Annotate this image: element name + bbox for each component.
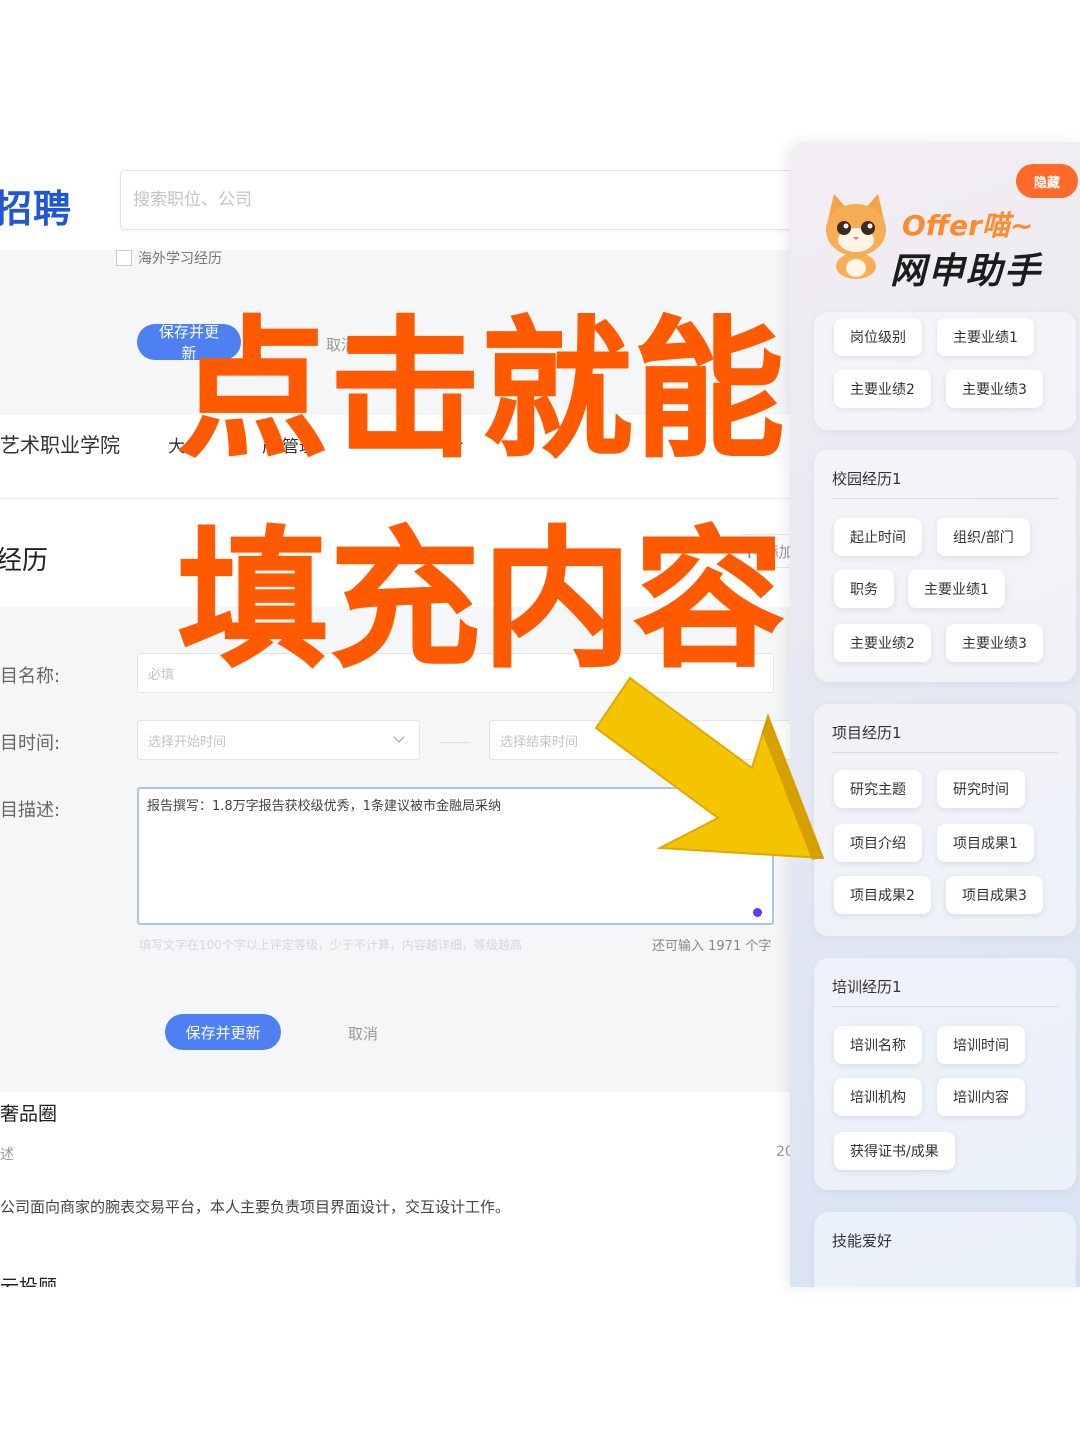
divider	[832, 752, 1058, 753]
card-title: 项目经历1	[832, 724, 902, 742]
education-school: 艺术职业学院	[0, 433, 120, 457]
search-box[interactable]	[120, 170, 792, 230]
fill-chip[interactable]: 主要业绩1	[908, 570, 1005, 608]
yellow-arrow-icon	[594, 676, 825, 860]
divider	[0, 498, 792, 499]
project-time-label: 目时间:	[0, 733, 61, 754]
project-name-placeholder: 必填	[148, 667, 175, 683]
project-name-label: 目名称:	[0, 666, 61, 687]
fill-chip[interactable]: 研究主题	[834, 770, 922, 808]
cut-project-title: 云投顾	[0, 1276, 58, 1287]
start-time-select[interactable]: 选择开始时间	[137, 720, 420, 760]
fill-chip[interactable]: 起止时间	[834, 518, 922, 556]
end-time-placeholder: 选择结束时间	[500, 734, 579, 750]
fill-chip[interactable]: 主要业绩1	[937, 318, 1034, 356]
checkbox-label: 海外学习经历	[138, 251, 222, 267]
next-desc-label: 述	[0, 1147, 14, 1163]
fill-chip[interactable]: 岗位级别	[834, 318, 922, 356]
logo-chinese: 网申助手	[890, 251, 1043, 292]
fill-chip[interactable]: 培训时间	[937, 1026, 1025, 1064]
card-campus-experience: 校园经历1 起止时间 组织/部门 职务 主要业绩1 主要业绩2 主要业绩3	[814, 450, 1076, 682]
overseas-checkbox[interactable]: 海外学习经历	[116, 248, 222, 268]
fill-chip[interactable]: 主要业绩2	[834, 624, 931, 662]
desc-hint: 填写文字在100个字以上评定等级，少于不计算，内容越详细，等级越高	[139, 938, 522, 952]
card-training-experience: 培训经历1 培训名称 培训时间 培训机构 培训内容 获得证书/成果	[814, 958, 1076, 1190]
fill-chip[interactable]: 获得证书/成果	[834, 1132, 955, 1170]
project-desc-label: 目描述:	[0, 800, 61, 821]
card-title: 校园经历1	[832, 470, 902, 488]
cancel-button-2[interactable]: 取消	[348, 1023, 378, 1044]
fill-chip[interactable]: 组织/部门	[937, 518, 1030, 556]
range-separator	[440, 742, 470, 743]
project-desc-value: 报告撰写：1.8万字报告获校级优秀，1条建议被市金融局采纳	[147, 799, 501, 814]
caption-line-1: 点击就能	[177, 304, 787, 478]
fill-chip[interactable]: 主要业绩2	[834, 370, 931, 408]
divider	[832, 498, 1058, 499]
fill-chip[interactable]: 培训名称	[834, 1026, 922, 1064]
fill-chip[interactable]: 主要业绩3	[946, 370, 1043, 408]
card-skills-hobbies: 技能爱好	[814, 1212, 1076, 1287]
cat-mascot-icon	[826, 194, 886, 279]
save-update-button-2[interactable]: 保存并更新	[165, 1014, 281, 1050]
remaining-counter: 还可输入 1971 个字	[652, 939, 772, 954]
fill-chip[interactable]: 培训机构	[834, 1078, 922, 1116]
caption-line-2: 填充内容	[177, 514, 787, 688]
checkbox-box[interactable]	[116, 250, 132, 266]
card-job: 岗位级别 主要业绩1 主要业绩2 主要业绩3	[814, 312, 1076, 430]
start-time-placeholder: 选择开始时间	[148, 734, 227, 750]
fill-chip[interactable]: 项目成果2	[834, 876, 931, 914]
fill-chip[interactable]: 培训内容	[937, 1078, 1025, 1116]
screenshot: 招聘 海外学习经历 保存并更新 取消 艺术职业学院 大 文 产 管理 1 -20…	[0, 0, 1080, 1440]
hide-button[interactable]: 隐藏	[1016, 164, 1078, 198]
site-logo: 招聘	[0, 187, 73, 231]
fill-chip[interactable]: 职务	[834, 570, 894, 608]
search-input[interactable]	[121, 171, 792, 229]
section-title: 经历	[0, 546, 49, 576]
grammarly-dot-icon	[753, 908, 762, 917]
card-project-experience: 项目经历1 研究主题 研究时间 项目介绍 项目成果1 项目成果2 项目成果3	[814, 704, 1076, 936]
fill-chip[interactable]: 主要业绩3	[946, 624, 1043, 662]
divider	[832, 1006, 1058, 1007]
chevron-down-icon	[393, 731, 405, 743]
fill-chip[interactable]: 研究时间	[937, 770, 1025, 808]
card-title: 技能爱好	[832, 1232, 893, 1250]
next-project-title: 奢品圈	[0, 1103, 58, 1125]
fill-chip[interactable]: 项目成果3	[946, 876, 1043, 914]
card-title: 培训经历1	[832, 978, 902, 996]
fill-chip[interactable]: 项目介绍	[834, 824, 922, 862]
logo-english: Offer喵~	[902, 209, 1034, 242]
fill-chip[interactable]: 项目成果1	[937, 824, 1034, 862]
next-desc-text: 公司面向商家的腕表交易平台，本人主要负责项目界面设计，交互设计工作。	[0, 1198, 511, 1216]
